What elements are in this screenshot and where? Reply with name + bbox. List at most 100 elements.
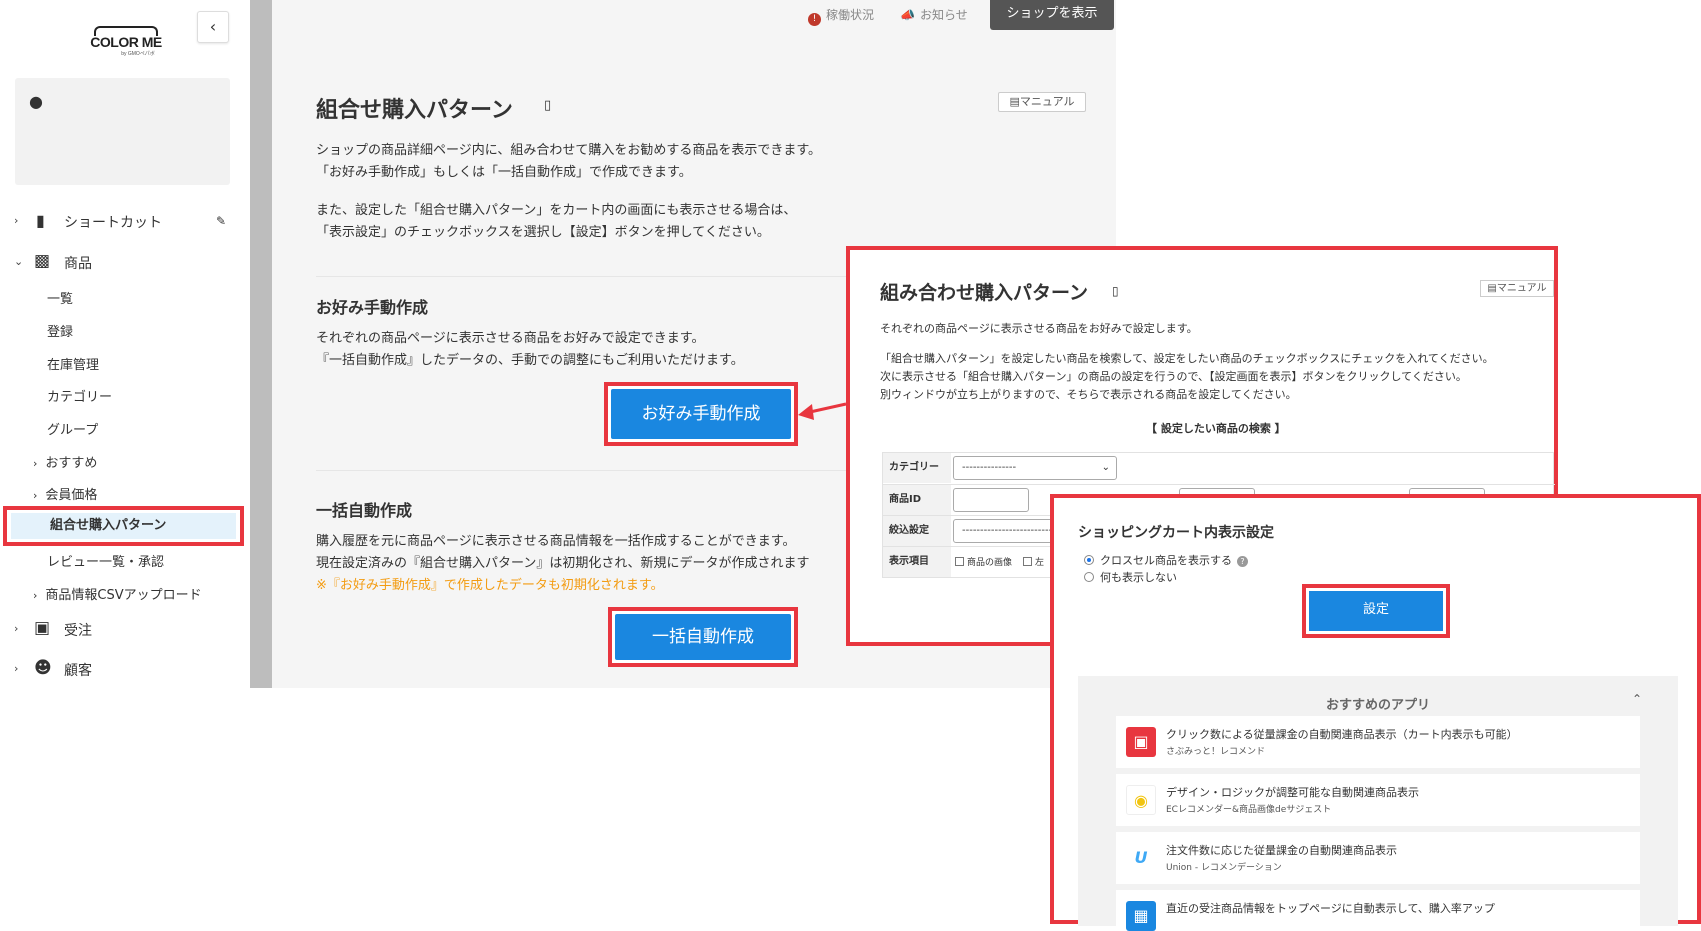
display-opt2-label: 左 xyxy=(1035,558,1045,568)
recommended-apps-heading: おすすめのアプリ xyxy=(1325,698,1430,713)
collapse-sidebar-button[interactable]: ‹ xyxy=(197,11,229,43)
cart-settings-title: ショッピングカート内表示設定 xyxy=(1078,525,1274,541)
radio-show-crosssell-label: クロスセル商品を表示する xyxy=(1100,554,1232,567)
sidebar-item-combination-pattern[interactable]: 組合せ購入パターン xyxy=(3,506,244,546)
chevron-left-icon: ‹ xyxy=(209,17,217,36)
manual-link[interactable]: ▤マニュアル xyxy=(998,92,1086,112)
category-label: カテゴリー xyxy=(883,453,951,483)
radio-show-crosssell[interactable]: クロスセル商品を表示する? xyxy=(1084,552,1248,568)
display-opt1-label: 商品の画像 xyxy=(967,558,1013,568)
category-select-value: --------------- xyxy=(962,462,1017,473)
preview-manual-label: マニュアル xyxy=(1496,283,1547,294)
union-icon: U xyxy=(1126,843,1156,873)
sidebar: COLOR ME by GMOペパボ ‹ ● › ▮ ショートカット ✎ ⌄ ▩… xyxy=(0,0,250,924)
auto-create-button-label: 一括自動作成 xyxy=(615,614,791,660)
manual-create-button[interactable]: お好み手動作成 xyxy=(604,382,798,446)
set-button[interactable]: 設定 xyxy=(1302,584,1450,638)
auto-create-heading: 一括自動作成 xyxy=(316,501,413,520)
recommender-icon: ◉ xyxy=(1126,785,1156,815)
nav-orders-label: 受注 xyxy=(64,623,92,639)
arrow-left-icon xyxy=(798,402,847,420)
auto-create-text-1: 購入履歴を元に商品ページに表示させる商品情報を一括作成することができます。 xyxy=(316,534,796,549)
logo-text: COLOR ME xyxy=(90,34,162,50)
app-card[interactable]: ◉ デザイン・ロジックが調整可能な自動関連商品表示 ECレコメンダー&商品画像d… xyxy=(1116,774,1640,826)
app-card[interactable]: ▦ 直近の受注商品情報をトップページに自動表示して、購入率アップ xyxy=(1116,890,1640,931)
search-heading: 【 設定したい商品の検索 】 xyxy=(1146,422,1286,435)
shop-icon: ▦ xyxy=(1126,901,1156,931)
news-label: お知らせ xyxy=(919,8,968,22)
manual-label: マニュアル xyxy=(1019,95,1075,108)
sidebar-item-group[interactable]: グループ xyxy=(47,419,98,438)
color-me-logo[interactable]: COLOR ME by GMOペパボ xyxy=(86,26,166,57)
sidebar-item-review[interactable]: レビュー一覧・承認 xyxy=(47,551,164,570)
status-link[interactable]: ! 稼働状況 xyxy=(808,6,874,26)
manual-create-text-1: それぞれの商品ページに表示させる商品をお好みで設定できます。 xyxy=(316,331,705,346)
filter-label: 絞込設定 xyxy=(883,516,951,546)
preview-line-3: 次に表示させる「組合せ購入パターン」の商品の設定を行うので、【設定画面を表示】ボ… xyxy=(880,370,1467,383)
show-shop-button[interactable]: ショップを表示 xyxy=(990,0,1114,30)
preview-line-4: 別ウィンドウが立ち上がりますので、そちらで表示される商品を設定してください。 xyxy=(880,388,1297,401)
edit-pencil-icon[interactable]: ✎ xyxy=(216,214,226,228)
product-id-input[interactable] xyxy=(953,488,1029,512)
sidebar-item-register[interactable]: 登録 xyxy=(47,321,73,340)
cart-icon: ▣ xyxy=(1126,727,1156,757)
sidebar-item-inventory[interactable]: 在庫管理 xyxy=(47,354,99,373)
manual-create-button-label: お好み手動作成 xyxy=(611,389,791,439)
sidebar-item-csv-label: 商品情報CSVアップロード xyxy=(45,588,202,603)
display-checkbox-image[interactable]: 商品の画像 xyxy=(955,555,1012,568)
sidebar-item-csv[interactable]: › 商品情報CSVアップロード xyxy=(33,584,202,603)
preview-manual-link[interactable]: ▤マニュアル xyxy=(1480,280,1554,297)
auto-create-button[interactable]: 一括自動作成 xyxy=(608,607,798,667)
bookmark-icon[interactable]: ▯ xyxy=(544,98,551,113)
clipboard-icon: ▣ xyxy=(34,618,51,638)
divider xyxy=(316,470,846,471)
alert-icon: ! xyxy=(808,13,821,26)
radio-show-nothing-label: 何も表示しない xyxy=(1100,571,1177,584)
page-title: 組合せ購入パターン xyxy=(316,98,513,123)
sidebar-item-member-price[interactable]: › 会員価格 xyxy=(33,484,97,503)
nav-shortcut-label: ショートカット xyxy=(64,215,162,231)
cart-display-settings-preview: ショッピングカート内表示設定 クロスセル商品を表示する? 何も表示しない 設定 … xyxy=(1050,494,1701,931)
chevron-right-icon: › xyxy=(14,214,19,227)
product-id-label: 商品ID xyxy=(883,485,951,515)
description-line-2: 「お好み手動作成」もしくは「一括自動作成」で作成できます。 xyxy=(316,165,692,180)
set-button-label: 設定 xyxy=(1309,591,1443,631)
chevron-down-icon: ⌄ xyxy=(1101,462,1110,473)
app-card[interactable]: ▣ クリック数による従量課金の自動関連商品表示（カート内表示も可能） さぶみっと… xyxy=(1116,716,1640,768)
news-link[interactable]: 📣 お知らせ xyxy=(900,6,968,23)
chevron-right-icon: › xyxy=(33,489,38,502)
sidebar-item-active-label: 組合せ購入パターン xyxy=(11,513,236,539)
description-line-3: また、設定した「組合せ購入パターン」をカート内の画面にも表示させる場合は、 xyxy=(316,203,797,218)
app-card[interactable]: U 注文件数に応じた従量課金の自動関連商品表示 Union - レコメンデーショ… xyxy=(1116,832,1640,884)
chevron-up-icon[interactable]: ⌃ xyxy=(1632,692,1642,706)
display-label: 表示項目 xyxy=(883,547,951,577)
product-box-icon: ▩ xyxy=(34,251,51,271)
display-checkbox-2[interactable]: 左 xyxy=(1023,555,1044,568)
chevron-right-icon: › xyxy=(14,622,19,635)
chevron-right-icon: › xyxy=(33,457,38,470)
sidebar-item-category[interactable]: カテゴリー xyxy=(47,386,112,405)
customer-icon: ☻ xyxy=(34,658,52,678)
app-title: 注文件数に応じた従量課金の自動関連商品表示 xyxy=(1166,844,1397,857)
sidebar-item-recommend[interactable]: › おすすめ xyxy=(33,452,97,471)
divider xyxy=(316,276,846,277)
preview-line-2: 「組合せ購入パターン」を設定したい商品を検索して、設定をしたい商品のチェックボッ… xyxy=(880,352,1494,365)
radio-show-nothing[interactable]: 何も表示しない xyxy=(1084,569,1177,585)
category-select[interactable]: --------------- ⌄ xyxy=(953,456,1117,480)
document-icon: ▤ xyxy=(1487,283,1497,294)
help-icon[interactable]: ? xyxy=(1237,556,1248,567)
manual-create-heading: お好み手動作成 xyxy=(316,298,429,317)
bookmark-icon[interactable]: ▯ xyxy=(1112,284,1119,298)
status-label: 稼働状況 xyxy=(826,8,875,22)
app-sub: ECレコメンダー&商品画像deサジェスト xyxy=(1166,805,1332,815)
app-title: デザイン・ロジックが調整可能な自動関連商品表示 xyxy=(1166,786,1419,799)
sidebar-item-list[interactable]: 一覧 xyxy=(47,288,73,307)
auto-create-text-2: 現在設定済みの『組合せ購入パターン』は初期化され、新規にデータが作成されます xyxy=(316,556,810,571)
chevron-right-icon: › xyxy=(33,589,38,602)
megaphone-icon: 📣 xyxy=(900,8,915,22)
auto-create-warning: ※『お好み手動作成』で作成したデータも初期化されます。 xyxy=(316,578,664,593)
form-row-category: カテゴリー --------------- ⌄ xyxy=(883,453,1555,484)
user-panel[interactable]: ● xyxy=(15,78,230,185)
preview-line-1: それぞれの商品ページに表示させる商品をお好みで設定します。 xyxy=(880,322,1198,335)
bookmark-icon: ▮ xyxy=(36,211,45,230)
